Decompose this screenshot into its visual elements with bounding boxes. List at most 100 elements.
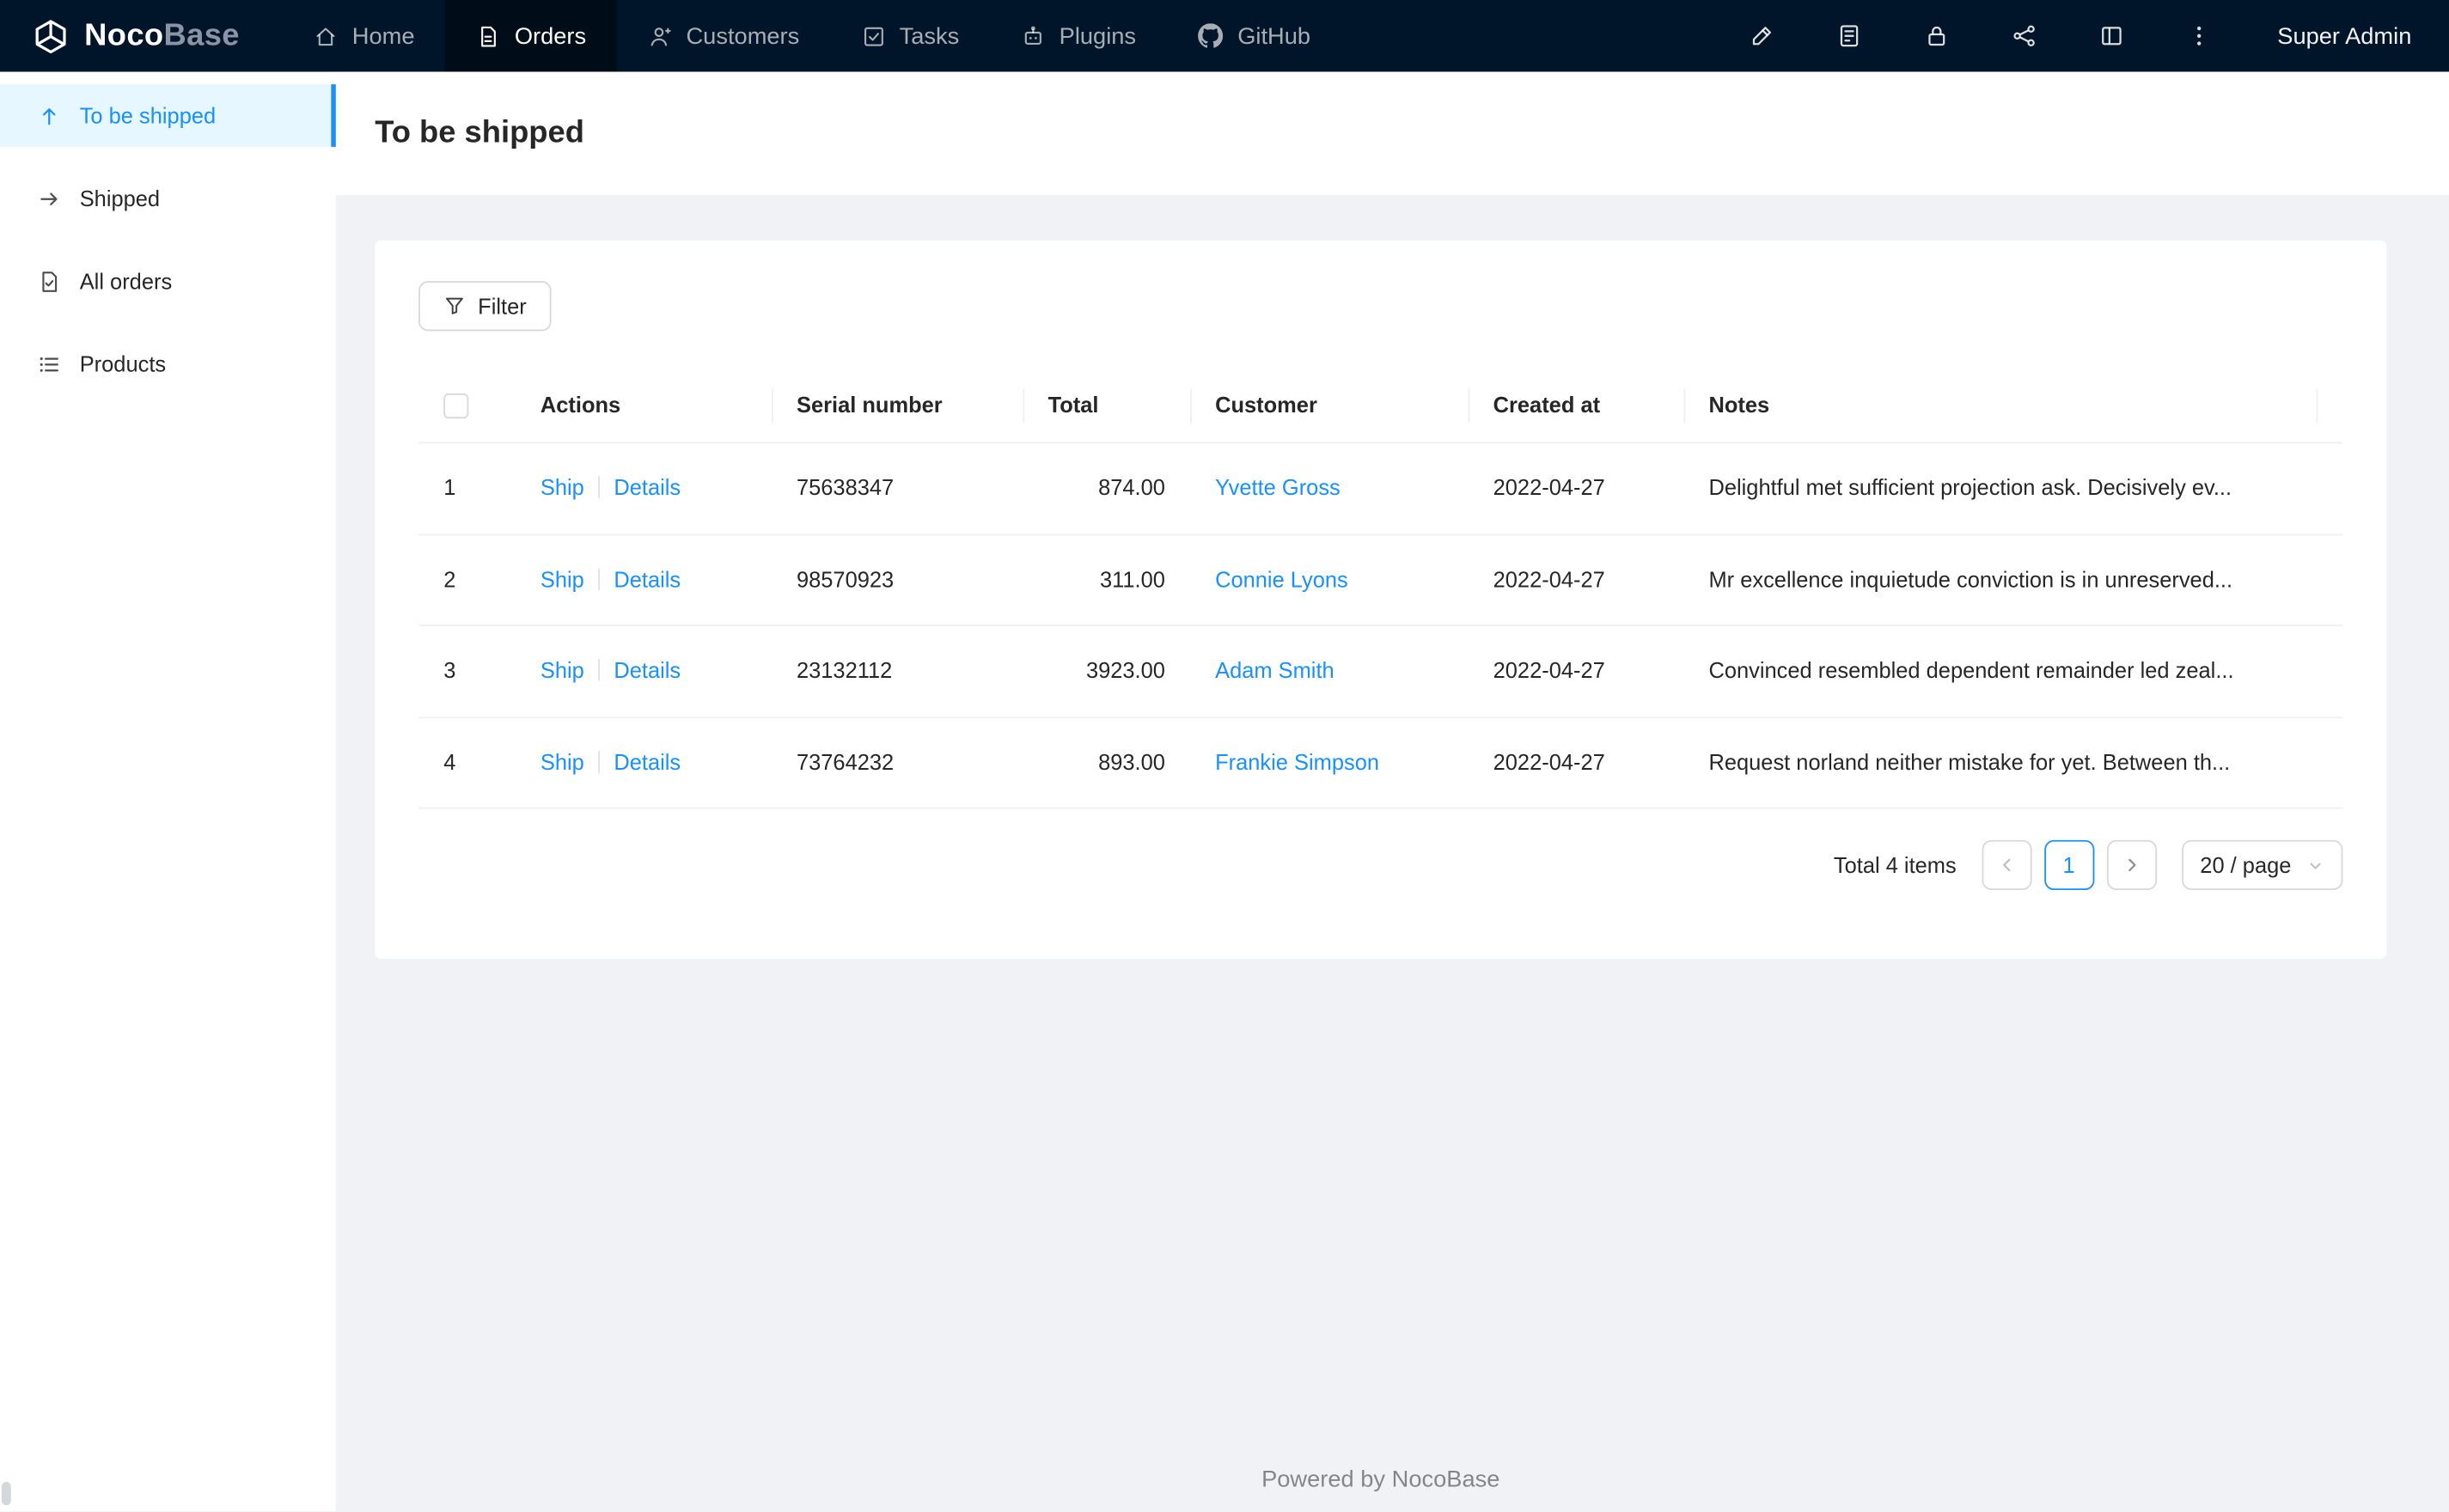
- nav-item-customers[interactable]: Customers: [617, 0, 830, 72]
- customers-icon: [649, 24, 672, 47]
- table-row: 3 Ship Details 23132112 3923.00 Adam Smit…: [418, 625, 2343, 718]
- page-size-select[interactable]: 20 / page: [2181, 840, 2343, 891]
- cell-created-at: 2022-04-27: [1468, 625, 1684, 718]
- cell-actions: Ship Details: [515, 716, 772, 810]
- sidebar-item-label: All orders: [79, 268, 173, 294]
- action-divider: [598, 568, 601, 590]
- cell-actions: Ship Details: [515, 625, 772, 718]
- orders-icon: [477, 24, 500, 47]
- nav-item-home[interactable]: Home: [284, 0, 446, 72]
- page-number-button[interactable]: 1: [2043, 840, 2094, 891]
- layout-button[interactable]: [2068, 0, 2156, 72]
- ship-link[interactable]: Ship: [540, 749, 584, 774]
- main-nav: Home Orders Customers Tasks Plugins GitH…: [284, 0, 1342, 72]
- shell: To be shipped Shipped All orders Product…: [0, 71, 2449, 1512]
- user-name: Super Admin: [2277, 22, 2412, 50]
- row-index: 1: [418, 442, 516, 536]
- column-header-created-at: Created at: [1468, 368, 1684, 444]
- cell-total: 893.00: [1023, 716, 1191, 810]
- app: NocoBase Home Orders Customers Tasks Plu…: [0, 0, 2449, 1512]
- cell-notes: Delightful met sufficient projection ask…: [1683, 442, 2343, 536]
- filter-label: Filter: [478, 293, 527, 319]
- prev-page-button[interactable]: [1981, 840, 2031, 891]
- user-menu[interactable]: Super Admin: [2243, 0, 2449, 72]
- select-all-checkbox[interactable]: [443, 393, 469, 419]
- ship-link[interactable]: Ship: [540, 658, 584, 683]
- cell-customer: Frankie Simpson: [1190, 716, 1469, 810]
- next-page-button[interactable]: [2106, 840, 2157, 891]
- details-link[interactable]: Details: [614, 475, 681, 500]
- nocobase-logo[interactable]: NocoBase: [0, 0, 255, 72]
- sidebar-item-shipped[interactable]: Shipped: [0, 167, 336, 229]
- filter-button[interactable]: Filter: [418, 281, 552, 332]
- cell-notes: Request norland neither mistake for yet.…: [1683, 716, 2343, 810]
- collaboration-button[interactable]: [1981, 0, 2068, 72]
- table-row: 4 Ship Details 73764232 893.00 Frankie Si…: [418, 716, 2343, 810]
- nav-item-orders[interactable]: Orders: [445, 0, 618, 72]
- sidebar-item-all-orders[interactable]: All orders: [0, 250, 336, 313]
- sidebar-item-label: Products: [79, 351, 167, 377]
- orders-table: Actions Serial number Total Customer Cre…: [418, 368, 2343, 810]
- cell-created-at: 2022-04-27: [1468, 716, 1684, 810]
- tasks-icon: [862, 24, 885, 47]
- nav-label: Tasks: [899, 22, 960, 50]
- sidebar-item-label: To be shipped: [79, 102, 217, 129]
- security-button[interactable]: [1893, 0, 1981, 72]
- nav-item-tasks[interactable]: Tasks: [831, 0, 991, 72]
- cell-actions: Ship Details: [515, 534, 772, 627]
- details-link[interactable]: Details: [614, 658, 681, 683]
- cell-notes: Mr excellence inquietude conviction is i…: [1683, 534, 2343, 627]
- cell-serial-number: 98570923: [771, 534, 1023, 627]
- api-docs-button[interactable]: [1805, 0, 1893, 72]
- column-header-actions: Actions: [515, 368, 772, 444]
- nav-label: Plugins: [1059, 22, 1137, 50]
- main-area: To be shipped Filter Actions Serial numb…: [335, 71, 2449, 1512]
- column-header-serial-number: Serial number: [771, 368, 1023, 444]
- cell-total: 311.00: [1023, 534, 1191, 627]
- row-index: 4: [418, 716, 516, 810]
- cell-serial-number: 23132112: [771, 625, 1023, 718]
- page-header: To be shipped: [335, 71, 2449, 196]
- chevron-right-icon: [2122, 857, 2141, 875]
- content: Filter Actions Serial number Total Custo…: [336, 195, 2449, 1512]
- cell-total: 3923.00: [1023, 625, 1191, 718]
- column-header-total: Total: [1023, 368, 1191, 444]
- nav-item-github[interactable]: GitHub: [1167, 0, 1341, 72]
- ship-link[interactable]: Ship: [540, 566, 584, 591]
- filter-funnel-icon: [443, 296, 465, 317]
- nav-label: GitHub: [1237, 22, 1311, 50]
- sidebar-item-products[interactable]: Products: [0, 332, 336, 395]
- share-nodes-icon: [2012, 23, 2037, 48]
- table-row: 1 Ship Details 75638347 874.00 Yvette Gro…: [418, 442, 2343, 536]
- customer-link[interactable]: Frankie Simpson: [1215, 749, 1379, 774]
- order-file-icon: [38, 270, 61, 293]
- column-header-select: [418, 368, 516, 444]
- details-link[interactable]: Details: [614, 749, 681, 774]
- cell-serial-number: 73764232: [771, 716, 1023, 810]
- table-header-row: Actions Serial number Total Customer Cre…: [418, 368, 2343, 444]
- cell-customer: Yvette Gross: [1190, 442, 1469, 536]
- nav-item-plugins[interactable]: Plugins: [991, 0, 1168, 72]
- action-divider: [598, 476, 601, 499]
- pagination: Total 4 items 1 20 / page: [418, 840, 2343, 891]
- plugins-icon: [1022, 24, 1045, 47]
- details-link[interactable]: Details: [614, 566, 681, 591]
- ui-editor-button[interactable]: [1719, 0, 1806, 72]
- nav-label: Home: [351, 22, 415, 50]
- github-icon: [1198, 23, 1224, 48]
- arrow-right-icon: [38, 186, 61, 210]
- cell-serial-number: 75638347: [771, 442, 1023, 536]
- customer-link[interactable]: Adam Smith: [1215, 658, 1334, 683]
- more-button[interactable]: [2155, 0, 2243, 72]
- sidebar-item-to-be-shipped[interactable]: To be shipped: [0, 84, 336, 147]
- sidebar-scrollbar[interactable]: [1, 1482, 11, 1506]
- lock-icon: [1924, 23, 1949, 48]
- more-icon: [2187, 23, 2212, 48]
- cell-actions: Ship Details: [515, 442, 772, 536]
- customer-link[interactable]: Yvette Gross: [1215, 475, 1341, 500]
- topbar: NocoBase Home Orders Customers Tasks Plu…: [0, 0, 2449, 72]
- ship-link[interactable]: Ship: [540, 475, 584, 500]
- cell-customer: Adam Smith: [1190, 625, 1469, 718]
- customer-link[interactable]: Connie Lyons: [1215, 566, 1348, 591]
